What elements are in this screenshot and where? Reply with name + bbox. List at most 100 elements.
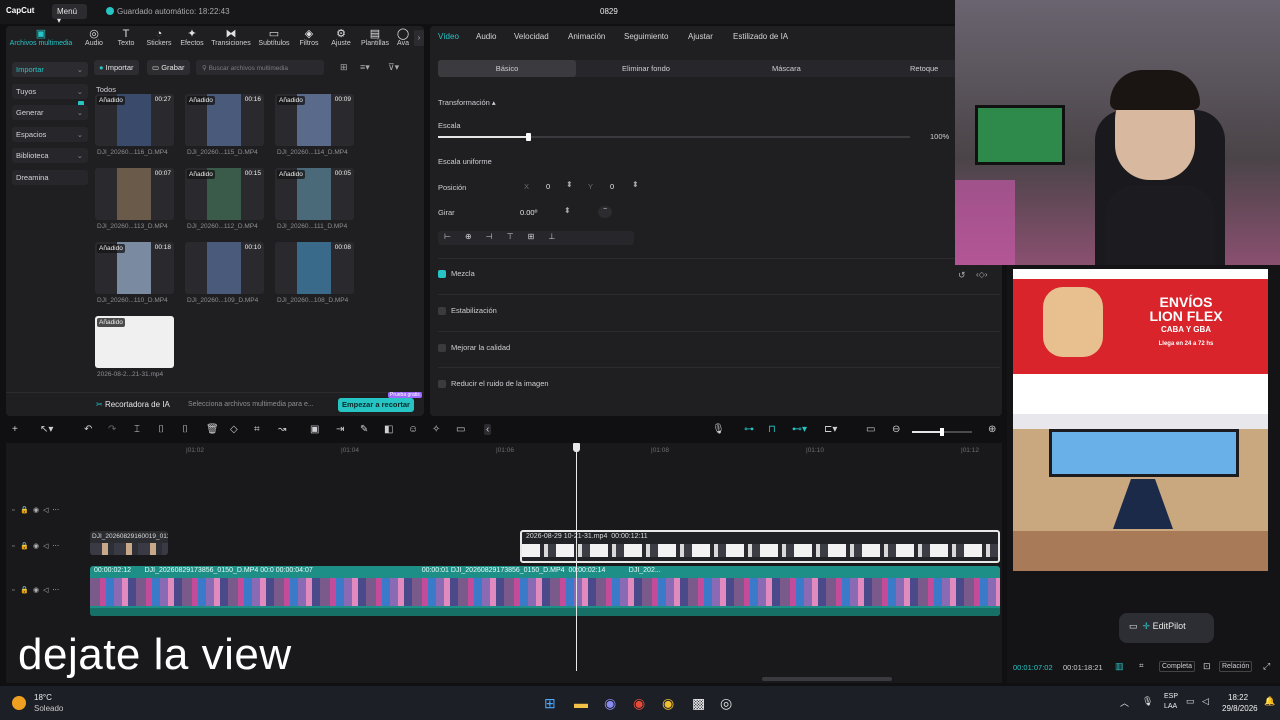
magnet-icon[interactable]: ⊓ (768, 424, 776, 435)
option-label[interactable]: Estabilización (451, 306, 497, 315)
reset-icon[interactable]: ↺ (958, 270, 966, 281)
sidebar-item-library[interactable]: Biblioteca ⌄ (12, 148, 88, 163)
tab-transitions[interactable]: ⧓ Transiciones (210, 28, 252, 47)
playhead-handle[interactable] (573, 443, 580, 452)
align-bottom-icon[interactable]: ⊥ (548, 232, 569, 241)
start-cropping-button[interactable]: Empezar a recortar (338, 398, 414, 412)
align-right-icon[interactable]: ⊣ (486, 232, 507, 241)
eye-icon[interactable]: ◉ (33, 543, 39, 550)
overlay-clip-left[interactable]: DJI_20260829160019_0112 (90, 531, 168, 555)
media-thumbnail[interactable]: 00:08 (275, 242, 354, 294)
file-explorer-icon[interactable]: ▬ (574, 695, 588, 711)
transform-section[interactable]: Transformación ▴ (438, 98, 496, 107)
split-left-icon[interactable]: ⌷ (158, 424, 164, 435)
pen-icon[interactable]: ✎ (360, 424, 368, 435)
obs-icon[interactable]: ◎ (720, 695, 732, 712)
option-checkbox[interactable] (438, 344, 446, 352)
tabs-scroll-right-icon[interactable]: › (414, 30, 424, 46)
tab-speed[interactable]: Velocidad (514, 32, 549, 41)
subtab-basic[interactable]: Básico (438, 60, 576, 77)
option-checkbox[interactable] (438, 270, 446, 278)
eye-icon[interactable]: ◉ (33, 587, 39, 594)
media-thumbnail[interactable]: Añadido 00:09 (275, 94, 354, 146)
sidebar-item-import[interactable]: Importar ⌄ (12, 62, 88, 77)
media-thumbnail[interactable]: Añadido (95, 316, 174, 368)
lock-icon[interactable]: 🔒 (20, 587, 29, 594)
main-track-clips[interactable]: 00:00:02:12 DJI_20260829173856_0150_D.MP… (90, 566, 1000, 616)
speaker-icon[interactable]: ◁ (43, 507, 48, 514)
collapse-icon[interactable]: ‹ (484, 424, 492, 435)
tab-audio-props[interactable]: Audio (476, 32, 496, 41)
ratio-select[interactable]: Relación (1219, 661, 1253, 672)
sidebar-item-generate[interactable]: Generar ⌄ (12, 105, 88, 120)
timeline-scrollbar[interactable] (762, 677, 892, 681)
tab-avatar[interactable]: ◯ Ava (396, 28, 410, 47)
grid-view-icon[interactable]: ⊞ (340, 62, 348, 73)
media-search-input[interactable]: ⚲ Buscar archivos multimedia (196, 60, 324, 75)
track-select-icon[interactable]: ▫ (12, 507, 14, 514)
language-code[interactable]: ESP (1164, 693, 1178, 700)
record-button[interactable]: ▭ Grabar (147, 60, 190, 75)
align-toolbar[interactable]: ⊢⊕⊣⊤⊞⊥ (438, 231, 634, 245)
position-x-input[interactable]: 0 (542, 179, 580, 193)
subtab-remove-bg[interactable]: Eliminar fondo (622, 64, 670, 73)
discord-icon[interactable]: ◉ (604, 695, 616, 712)
option-checkbox[interactable] (438, 380, 446, 388)
align-center-icon[interactable]: ⊕ (465, 232, 486, 241)
tab-video[interactable]: Vídeo (438, 32, 459, 41)
chrome-icon[interactable]: ◉ (633, 695, 645, 712)
lock-icon[interactable]: 🔒 (20, 543, 29, 550)
subtab-mask[interactable]: Máscara (772, 64, 801, 73)
tab-templates[interactable]: ▤ Plantillas (358, 28, 392, 47)
split-right-icon[interactable]: ⌷ (182, 424, 188, 435)
quality-select[interactable]: Completa (1159, 661, 1195, 672)
microphone-icon[interactable]: 🎙 (712, 424, 725, 435)
filter-icon[interactable]: ⊽▾ (388, 62, 399, 73)
eye-icon[interactable]: ◉ (33, 507, 39, 514)
option-label[interactable]: Mezcla (451, 269, 475, 278)
media-thumbnail[interactable]: Añadido 00:15 (185, 168, 264, 220)
option-checkbox[interactable] (438, 307, 446, 315)
keyframe-icon[interactable]: ‹◇› (976, 270, 987, 279)
clock-date[interactable]: 29/8/2026 (1222, 704, 1258, 713)
chain-icon[interactable]: ⊷▾ (792, 424, 807, 435)
undo-icon[interactable]: ↶ (84, 424, 92, 435)
preview-axis-icon[interactable]: ⊏▾ (824, 424, 837, 435)
curve-icon[interactable]: ↝ (278, 424, 286, 435)
media-thumbnail[interactable]: Añadido 00:18 (95, 242, 174, 294)
option-label[interactable]: Reducir el ruido de la imagen (451, 379, 549, 388)
overlay-clip-main[interactable]: 2026-08-29 10-21-31.mp4 00:00:12:11 (520, 530, 1000, 563)
tab-ai-style[interactable]: Estilizado de IA (733, 32, 788, 41)
mark-icon[interactable]: ◇ (230, 424, 238, 435)
keyboard-layout[interactable]: LAA (1164, 703, 1177, 710)
zoom-in-icon[interactable]: ⊕ (988, 424, 996, 435)
sidebar-item-dreamina[interactable]: Dreamina (12, 169, 88, 185)
media-thumbnail[interactable]: Añadido 00:16 (185, 94, 264, 146)
tab-adjust[interactable]: ⚙ Ajuste (328, 28, 354, 47)
zoom-out-icon[interactable]: ⊖ (892, 424, 900, 435)
editpilot-button[interactable]: ▭ ✛ EditPilot (1119, 613, 1214, 643)
crop-frame-icon[interactable]: ⌗ (1139, 661, 1144, 671)
stepper-icon[interactable]: ⬍ (564, 206, 571, 215)
zoom-slider[interactable] (912, 428, 972, 436)
volume-icon[interactable]: ◁ (1202, 696, 1209, 707)
sidebar-item-yours[interactable]: Tuyos ⌄ (12, 83, 88, 99)
chevron-up-icon[interactable]: ︿ (1120, 696, 1129, 709)
subtitle-tool-icon[interactable]: ▭ (456, 424, 465, 435)
track-select-icon[interactable]: ▫ (12, 587, 14, 594)
network-icon[interactable]: ▭ (1186, 696, 1195, 707)
option-label[interactable]: Mejorar la calidad (451, 343, 510, 352)
person-icon[interactable]: ☺ (408, 424, 418, 435)
sidebar-item-spaces[interactable]: Espacios ⌄ (12, 126, 88, 142)
speaker-icon[interactable]: ◁ (43, 543, 48, 550)
menu-button[interactable]: Menú ▾ (52, 4, 87, 25)
link-icon[interactable]: ⊶ (744, 424, 754, 435)
more-icon[interactable]: ⋯ (52, 587, 59, 594)
tab-media[interactable]: ▣ Archivos multimedia (8, 28, 74, 47)
import-button[interactable]: ● Importar (94, 60, 139, 75)
playhead[interactable] (576, 443, 577, 671)
magic-icon[interactable]: ✧ (432, 424, 440, 435)
capcut-icon[interactable]: ▩ (692, 695, 705, 712)
tab-filters[interactable]: ◈ Filtros (296, 28, 322, 47)
windows-start-icon[interactable]: ⊞ (544, 695, 556, 712)
